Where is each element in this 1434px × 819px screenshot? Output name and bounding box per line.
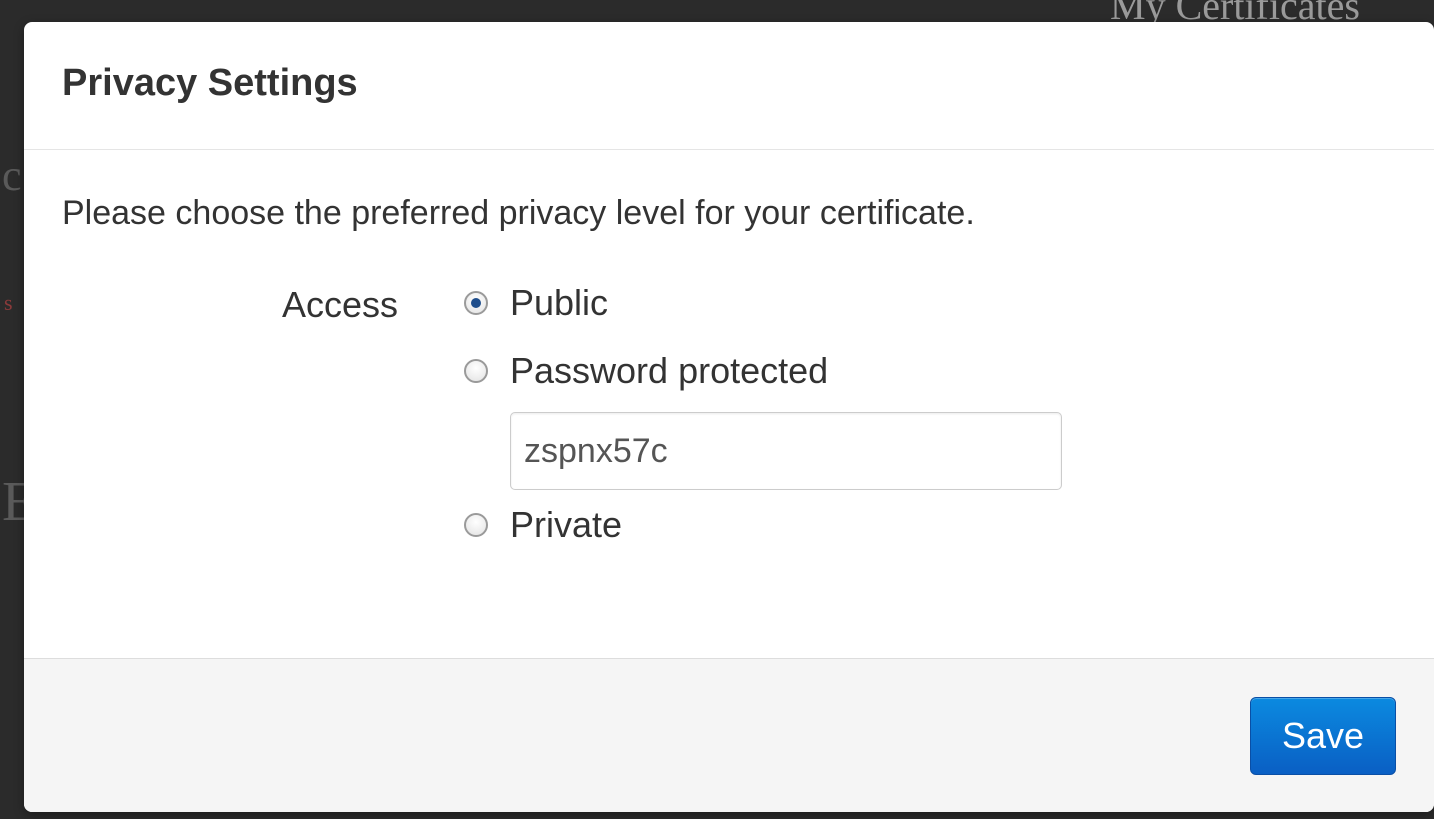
background-fragment: s: [4, 290, 13, 315]
privacy-settings-modal: Privacy Settings Please choose the prefe…: [24, 22, 1434, 812]
radio-label-password-protected: Password protected: [510, 350, 829, 391]
radio-option-password-protected[interactable]: Password protected: [464, 350, 828, 392]
radio-option-private[interactable]: Private: [464, 504, 622, 546]
access-label: Access: [282, 284, 399, 325]
radio-button-private[interactable]: [464, 513, 488, 537]
modal-body: Please choose the preferred privacy leve…: [24, 150, 1434, 658]
modal-header: Privacy Settings: [24, 22, 1434, 150]
modal-footer: Save: [24, 658, 1434, 812]
background-fragment: c: [2, 151, 22, 200]
modal-title: Privacy Settings: [62, 62, 358, 104]
save-button[interactable]: Save: [1250, 697, 1396, 775]
intro-text: Please choose the preferred privacy leve…: [62, 194, 975, 232]
radio-button-password-protected[interactable]: [464, 359, 488, 383]
radio-label-private: Private: [510, 504, 623, 545]
password-input[interactable]: [510, 412, 1062, 490]
radio-label-public: Public: [510, 282, 609, 323]
radio-button-public[interactable]: [464, 291, 488, 315]
radio-option-public[interactable]: Public: [464, 282, 608, 324]
